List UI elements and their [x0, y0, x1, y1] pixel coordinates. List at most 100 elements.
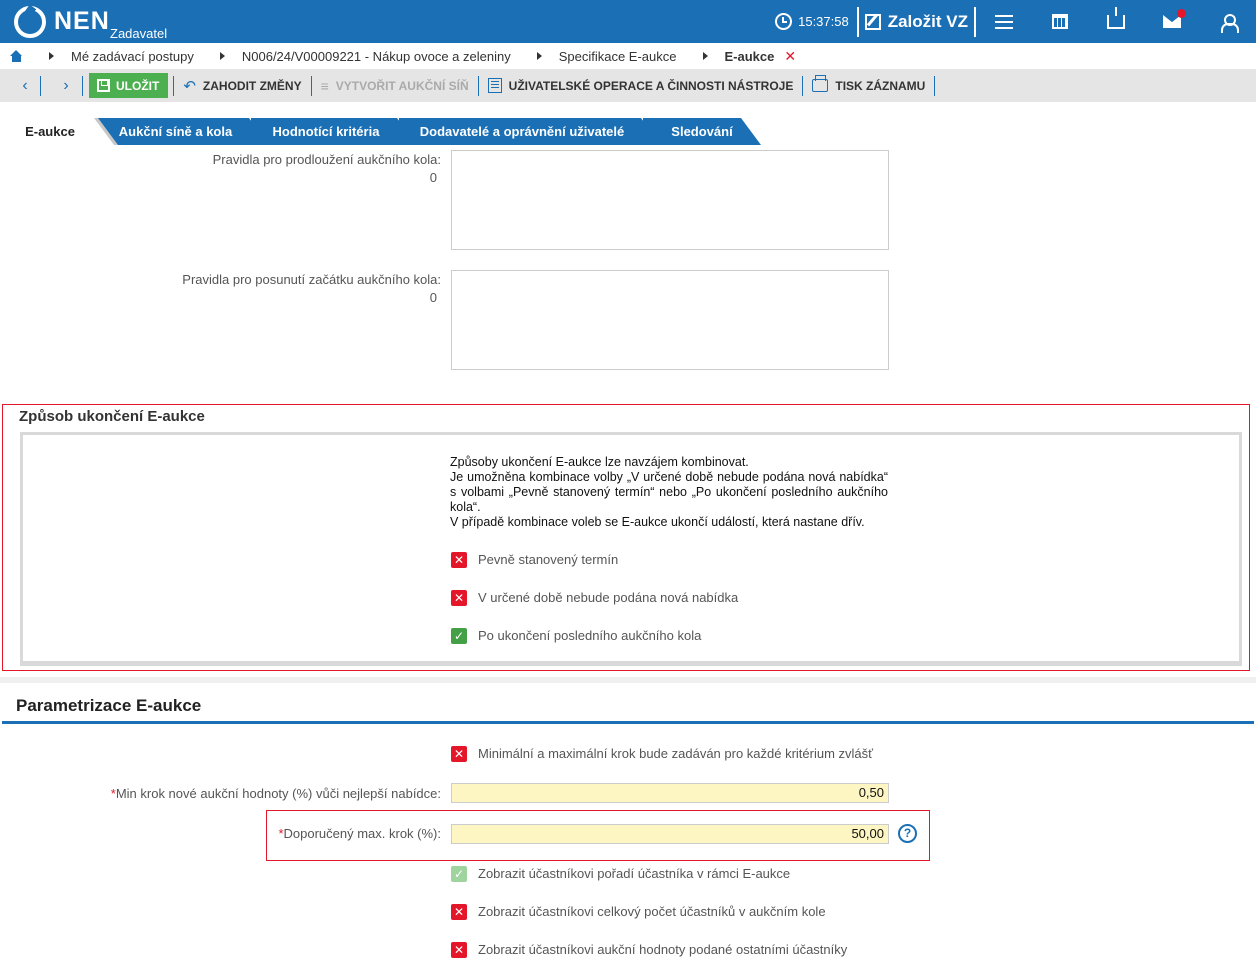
print-icon	[812, 75, 829, 92]
checkbox-label: Zobrazit účastníkovi aukční hodnoty poda…	[478, 942, 848, 957]
breadcrumb-item[interactable]: Mé zadávací postupy	[71, 49, 194, 64]
divider	[934, 75, 936, 96]
shift-rules-text: Pravidla pro posunutí začátku aukčního k…	[182, 272, 441, 287]
back-arrow-icon[interactable]: ‹	[15, 76, 35, 96]
edit-icon	[864, 13, 881, 30]
checkbox-label: V určené době nebude podána nová nabídka	[478, 590, 739, 605]
extension-rules-label: Pravidla pro prodloužení aukčního kola: …	[100, 151, 441, 187]
generate-icon: ≡	[320, 77, 329, 94]
checkbox-label: Zobrazit účastníkovi pořadí účastníka v …	[478, 866, 791, 881]
checkbox-label: Zobrazit účastníkovi celkový počet účast…	[478, 904, 826, 919]
list-icon	[487, 78, 502, 93]
min-step-text: Min krok nové aukční hodnoty (%) vůči ne…	[115, 786, 441, 801]
checkbox-show-participant-count[interactable]: ✕	[451, 904, 467, 920]
top-header: NEN Zadavatel 15:37:58 Založit VZ	[0, 0, 1256, 43]
min-step-input[interactable]: 0,50	[451, 783, 889, 803]
shift-rules-count: 0	[429, 290, 437, 305]
tab-sledovani[interactable]: Sledování	[643, 118, 761, 145]
notification-badge	[1177, 9, 1186, 18]
menu-icon	[995, 14, 1013, 29]
clock-time: 15:37:58	[798, 14, 849, 29]
section-separator	[0, 677, 1256, 683]
clock-icon	[775, 13, 793, 30]
divider	[82, 75, 83, 96]
create-vz-button[interactable]: Založit VZ	[859, 12, 974, 32]
menu-button[interactable]	[976, 0, 1032, 43]
params-section-title: Parametrizace E-aukce	[16, 696, 202, 715]
calendar-button[interactable]	[1032, 0, 1088, 43]
tab-dodavatele[interactable]: Dodavatelé a oprávnění uživatelé	[399, 118, 661, 145]
divider	[173, 75, 175, 96]
create-vz-label: Založit VZ	[887, 11, 968, 31]
tab-aukcni-sine[interactable]: Aukční síně a kola	[98, 118, 269, 145]
messages-button[interactable]	[1144, 0, 1200, 43]
checkbox-show-other-bids[interactable]: ✕	[451, 942, 467, 958]
breadcrumb-current: E-aukce	[724, 48, 775, 64]
create-auction-hall-button[interactable]: ≡ VYTVOŘIT AUKČNÍ SÍŇ	[317, 78, 473, 94]
help-icon[interactable]: ?	[898, 824, 917, 843]
print-label: TISK ZÁZNAMU	[835, 78, 926, 93]
max-step-input[interactable]: 50,00	[451, 824, 889, 844]
info-line: Způsoby ukončení E-aukce lze navzájem ko…	[450, 455, 749, 469]
divider	[802, 75, 804, 96]
extension-rules-text: Pravidla pro prodloužení aukčního kola:	[212, 152, 441, 167]
checkbox-label: Po ukončení posledního aukčního kola	[478, 628, 702, 643]
save-icon	[97, 79, 110, 92]
breadcrumb: Mé zadávací postupy N006/24/V00009221 - …	[0, 43, 1256, 69]
chevron-right-icon	[536, 52, 542, 60]
tab-bar: Sledování Dodavatelé a oprávnění uživate…	[0, 102, 1256, 145]
tab-e-aukce[interactable]: E-aukce	[0, 118, 114, 145]
user-operations-button[interactable]: UŽIVATELSKÉ OPERACE A ČINNOSTI NÁSTROJE	[484, 78, 798, 93]
calendar-icon	[1052, 14, 1068, 29]
extension-rules-field[interactable]	[451, 150, 889, 250]
close-icon[interactable]: ✕	[784, 48, 796, 65]
shift-rules-field[interactable]	[451, 270, 889, 370]
divider	[310, 75, 312, 96]
forward-arrow-icon[interactable]: ›	[56, 76, 76, 96]
action-toolbar: ‹ › ULOŽIT ↶ ZAHODIT ZMĚNY ≡ VYTVOŘIT AU…	[0, 69, 1256, 102]
min-step-label: *Min krok nové aukční hodnoty (%) vůči n…	[60, 785, 441, 803]
chevron-right-icon	[49, 52, 54, 60]
save-button[interactable]: ULOŽIT	[89, 73, 169, 98]
session-clock: 15:37:58	[775, 13, 857, 30]
logo-text: NEN	[54, 7, 110, 35]
checkbox-per-criterion[interactable]: ✕	[451, 746, 467, 762]
undo-icon: ↶	[183, 77, 196, 95]
shift-rules-label: Pravidla pro posunutí začátku aukčního k…	[100, 271, 441, 307]
checkbox-no-new-bid[interactable]: ✕	[451, 590, 467, 606]
user-button[interactable]	[1200, 0, 1256, 43]
info-line: Je umožněna kombinace volby „V určené do…	[450, 470, 888, 514]
divider	[40, 75, 41, 96]
checkbox-fixed-term[interactable]: ✕	[451, 552, 467, 568]
checkbox-show-rank[interactable]: ✓	[451, 866, 467, 882]
extension-rules-count: 0	[429, 170, 437, 185]
role-label: Zadavatel	[110, 26, 168, 41]
inbox-button[interactable]	[1088, 0, 1144, 43]
save-label: ULOŽIT	[116, 78, 160, 93]
breadcrumb-item[interactable]: Specifikace E-aukce	[559, 49, 677, 64]
print-record-button[interactable]: TISK ZÁZNAMU	[808, 75, 929, 93]
logo-ring-icon	[14, 6, 46, 38]
discard-changes-button[interactable]: ↶ ZAHODIT ZMĚNY	[179, 77, 305, 95]
info-line: V případě kombinace voleb se E-aukce uko…	[450, 515, 865, 529]
ending-section-title: Způsob ukončení E-aukce	[19, 408, 205, 425]
divider	[477, 75, 479, 96]
max-step-text: Doporučený max. krok (%):	[283, 826, 442, 841]
main-content: Pravidla pro prodloužení aukčního kola: …	[0, 145, 1256, 979]
params-section-underline	[2, 721, 1254, 724]
user-icon	[1221, 13, 1239, 33]
checkbox-label: Minimální a maximální krok bude zadáván …	[478, 746, 874, 761]
max-step-label: *Doporučený max. krok (%):	[160, 825, 441, 843]
checkbox-after-last-round[interactable]: ✓	[451, 628, 467, 644]
user-ops-label: UŽIVATELSKÉ OPERACE A ČINNOSTI NÁSTROJE	[508, 78, 794, 93]
home-icon[interactable]	[10, 50, 23, 62]
tab-hodnotici-kriteria[interactable]: Hodnotící kritéria	[251, 118, 417, 145]
create-hall-label: VYTVOŘIT AUKČNÍ SÍŇ	[335, 78, 469, 93]
ending-info-text: Způsoby ukončení E-aukce lze navzájem ko…	[450, 455, 888, 530]
discard-label: ZAHODIT ZMĚNY	[202, 78, 302, 93]
checkbox-label: Pevně stanovený termín	[478, 552, 619, 567]
chevron-right-icon	[702, 52, 708, 60]
inbox-icon	[1107, 6, 1125, 29]
chevron-right-icon	[219, 52, 225, 60]
breadcrumb-item[interactable]: N006/24/V00009221 - Nákup ovoce a zeleni…	[242, 49, 511, 64]
